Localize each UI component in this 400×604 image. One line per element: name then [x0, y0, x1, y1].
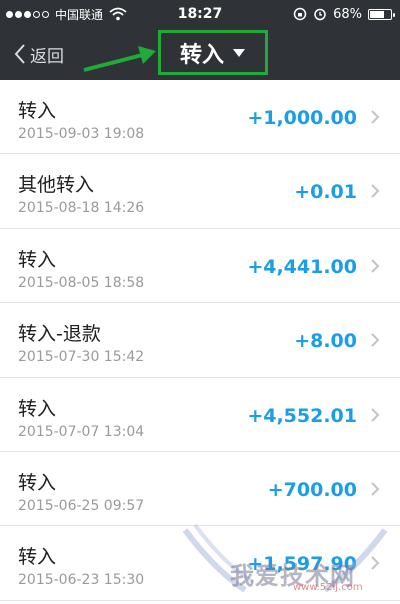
transaction-amount: +4,552.01: [247, 404, 357, 427]
status-left: 中国联通: [6, 0, 127, 28]
transaction-date: 2015-07-30 15:42: [18, 349, 145, 366]
transaction-row[interactable]: 转入 2015-08-05 18:58 +4,441.00: [0, 228, 400, 304]
chevron-right-icon: [371, 482, 380, 496]
status-bar: 中国联通 18:27 68%: [0, 0, 400, 28]
caret-down-icon: [233, 48, 245, 57]
transaction-title: 转入: [18, 397, 57, 420]
transaction-date: 2015-06-23 15:30: [18, 572, 145, 589]
navigation-bar: 返回 转入: [0, 28, 400, 80]
transaction-row[interactable]: 转入 2015-06-23 15:30 +1,597.90: [0, 526, 400, 601]
wifi-icon: [109, 7, 127, 21]
status-right: 68%: [293, 0, 395, 28]
transaction-date: 2015-06-25 09:57: [18, 497, 145, 514]
transaction-amount: +700.00: [267, 478, 357, 501]
transaction-amount: +8.00: [294, 330, 357, 353]
transaction-row[interactable]: 转入 2015-07-07 13:04 +4,552.01: [0, 377, 400, 452]
rotation-lock-icon: [293, 7, 307, 21]
transaction-date: 2015-08-05 18:58: [18, 274, 145, 291]
transaction-amount: +4,441.00: [247, 255, 357, 278]
transaction-date: 2015-08-18 14:26: [18, 200, 145, 217]
transaction-row[interactable]: 转入 2015-06-25 09:57 +700.00: [0, 451, 400, 527]
transaction-title: 转入: [18, 100, 57, 122]
annotation-arrow-icon: [83, 46, 156, 72]
transaction-title: 转入: [18, 546, 57, 569]
chevron-right-icon: [371, 556, 380, 571]
transaction-row[interactable]: 其他转入 2015-08-18 14:26 +0.01: [0, 154, 400, 229]
transaction-title: 其他转入: [18, 174, 95, 197]
back-button-label: 返回: [30, 46, 64, 67]
transaction-date: 2015-07-07 13:04: [18, 423, 145, 440]
back-button[interactable]: 返回: [14, 28, 64, 80]
battery-icon: [368, 8, 395, 20]
battery-percent: 68%: [333, 6, 362, 22]
page-title: 转入: [179, 42, 224, 68]
chevron-right-icon: [371, 184, 380, 199]
transaction-date: 2015-09-03 19:08: [18, 126, 145, 142]
transaction-amount: +1,597.90: [247, 553, 357, 576]
title-dropdown[interactable]: 转入: [158, 30, 268, 75]
signal-strength-icon: [6, 10, 49, 18]
chevron-right-icon: [371, 333, 380, 347]
transaction-list: 转入 2015-09-03 19:08 +1,000.00 其他转入 2015-08-1…: [0, 80, 400, 601]
alarm-icon: [314, 8, 326, 21]
transaction-title: 转入: [18, 248, 57, 271]
transaction-title: 转入-退款: [18, 323, 101, 346]
transaction-row[interactable]: 转入-退款 2015-07-30 15:42 +8.00: [0, 303, 400, 378]
battery-fill: [370, 10, 384, 18]
chevron-right-icon: [371, 110, 380, 124]
transaction-row[interactable]: 转入 2015-09-03 19:08 +1,000.00: [0, 80, 400, 155]
carrier-name: 中国联通: [55, 7, 104, 22]
transaction-amount: +1,000.00: [247, 107, 357, 129]
transaction-title: 转入: [18, 471, 57, 494]
chevron-left-icon: [14, 44, 25, 64]
chevron-right-icon: [371, 259, 380, 273]
chevron-right-icon: [371, 407, 380, 422]
transaction-amount: +0.01: [294, 181, 357, 204]
